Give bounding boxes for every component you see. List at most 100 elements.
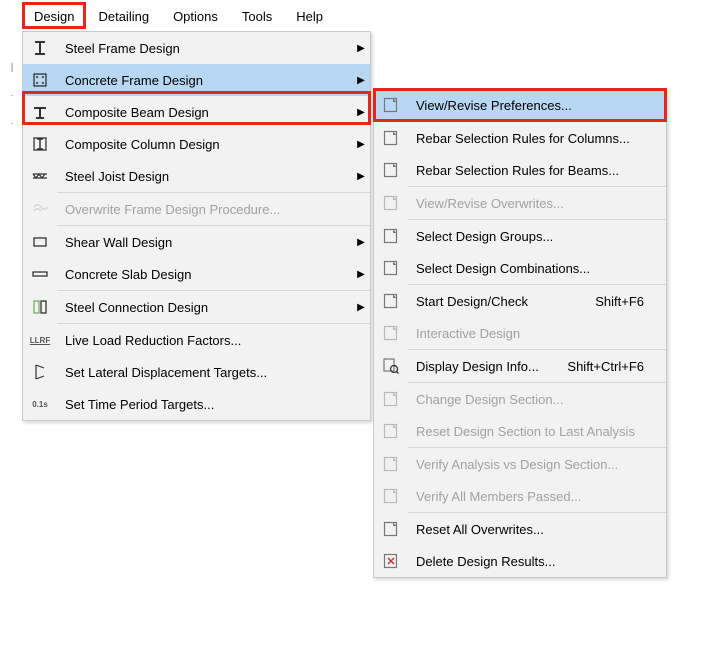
menu-item-label: Steel Joist Design: [57, 169, 352, 184]
menu2-item-start-design-check[interactable]: Start Design/CheckShift+F6: [374, 285, 666, 317]
verify-ad-icon: [374, 448, 408, 480]
interactive-icon: [374, 317, 408, 349]
menu2-item-view-revise-overwrites: View/Revise Overwrites...: [374, 187, 666, 219]
menu1-item-live-load-reduction-factors[interactable]: LLRFLive Load Reduction Factors...: [23, 324, 370, 356]
menu2-item-change-design-section: Change Design Section...: [374, 383, 666, 415]
concrete-frame-icon: [23, 64, 57, 96]
composite-beam-icon: [23, 96, 57, 128]
menu-help[interactable]: Help: [284, 5, 335, 28]
menu1-item-steel-joist-design[interactable]: Steel Joist Design▶: [23, 160, 370, 192]
menu-item-label: Verify Analysis vs Design Section...: [408, 457, 652, 472]
delete-res-icon: [374, 545, 408, 577]
prefs-icon: [374, 89, 408, 121]
menu-item-label: Interactive Design: [408, 326, 652, 341]
menu2-item-verify-all-members-passed: Verify All Members Passed...: [374, 480, 666, 512]
menu-item-label: Select Design Groups...: [408, 229, 652, 244]
composite-col-icon: [23, 128, 57, 160]
concrete-frame-submenu: View/Revise Preferences... Rebar Selectio…: [373, 88, 667, 578]
menu-item-label: Composite Column Design: [57, 137, 352, 152]
menu-item-label: Set Lateral Displacement Targets...: [57, 365, 356, 380]
design-dropdown: Steel Frame Design▶Concrete Frame Design…: [22, 31, 371, 421]
menu1-item-concrete-frame-design[interactable]: Concrete Frame Design▶: [23, 64, 370, 96]
menu2-item-delete-design-results[interactable]: Delete Design Results...: [374, 545, 666, 577]
rebar-col-icon: [374, 122, 408, 154]
verify-pass-icon: [374, 480, 408, 512]
shear-wall-icon: [23, 226, 57, 258]
menu-item-label: Change Design Section...: [408, 392, 652, 407]
menu-item-label: Live Load Reduction Factors...: [57, 333, 356, 348]
lateral-icon: [23, 356, 57, 388]
submenu-arrow-icon: ▶: [352, 302, 370, 313]
menu2-item-reset-all-overwrites[interactable]: Reset All Overwrites...: [374, 513, 666, 545]
period-icon: 0.1s: [23, 388, 57, 420]
menu-item-label: View/Revise Preferences...: [408, 98, 652, 113]
menu-detailing[interactable]: Detailing: [86, 5, 161, 28]
menu-item-shortcut: Shift+Ctrl+F6: [567, 359, 652, 374]
menu1-item-composite-column-design[interactable]: Composite Column Design▶: [23, 128, 370, 160]
menu-item-label: Steel Connection Design: [57, 300, 352, 315]
connection-icon: [23, 291, 57, 323]
submenu-arrow-icon: ▶: [352, 269, 370, 280]
overwrite-icon: [23, 193, 57, 225]
submenu-arrow-icon: ▶: [352, 107, 370, 118]
menu2-item-view-revise-preferences[interactable]: View/Revise Preferences...: [374, 89, 666, 121]
menu-item-label: Steel Frame Design: [57, 41, 352, 56]
menu1-item-steel-connection-design[interactable]: Steel Connection Design▶: [23, 291, 370, 323]
menu2-item-rebar-selection-rules-for-columns[interactable]: Rebar Selection Rules for Columns...: [374, 122, 666, 154]
menu-design[interactable]: Design: [22, 5, 86, 28]
reset-sec-icon: [374, 415, 408, 447]
menu-item-label: Display Design Info...: [408, 359, 567, 374]
menu-item-label: Concrete Frame Design: [57, 73, 352, 88]
menu-item-label: View/Revise Overwrites...: [408, 196, 652, 211]
menu-item-label: Composite Beam Design: [57, 105, 352, 120]
menu2-item-select-design-combinations[interactable]: Select Design Combinations...: [374, 252, 666, 284]
combos-icon: [374, 252, 408, 284]
menu-item-label: Shear Wall Design: [57, 235, 352, 250]
menu-item-label: Rebar Selection Rules for Columns...: [408, 131, 652, 146]
menu-item-label: Reset All Overwrites...: [408, 522, 652, 537]
menu-tools[interactable]: Tools: [230, 5, 284, 28]
menu1-item-shear-wall-design[interactable]: Shear Wall Design▶: [23, 226, 370, 258]
menu2-item-verify-analysis-vs-design-section: Verify Analysis vs Design Section...: [374, 448, 666, 480]
menu-item-label: Concrete Slab Design: [57, 267, 352, 282]
i-frame-icon: [23, 32, 57, 64]
menu-item-label: Set Time Period Targets...: [57, 397, 356, 412]
menu-item-label: Select Design Combinations...: [408, 261, 652, 276]
menu-item-label: Reset Design Section to Last Analysis: [408, 424, 652, 439]
menu1-item-overwrite-frame-design-procedure: Overwrite Frame Design Procedure...: [23, 193, 370, 225]
menu-item-label: Start Design/Check: [408, 294, 595, 309]
menu2-item-select-design-groups[interactable]: Select Design Groups...: [374, 220, 666, 252]
submenu-arrow-icon: ▶: [352, 171, 370, 182]
change-sec-icon: [374, 383, 408, 415]
menu2-item-interactive-design: Interactive Design: [374, 317, 666, 349]
menu-item-shortcut: Shift+F6: [595, 294, 652, 309]
menu-item-label: Rebar Selection Rules for Beams...: [408, 163, 652, 178]
menu1-item-steel-frame-design[interactable]: Steel Frame Design▶: [23, 32, 370, 64]
menu1-item-set-lateral-displacement-targets[interactable]: Set Lateral Displacement Targets...: [23, 356, 370, 388]
submenu-arrow-icon: ▶: [352, 139, 370, 150]
menu2-item-rebar-selection-rules-for-beams[interactable]: Rebar Selection Rules for Beams...: [374, 154, 666, 186]
groups-icon: [374, 220, 408, 252]
submenu-arrow-icon: ▶: [352, 75, 370, 86]
submenu-arrow-icon: ▶: [352, 237, 370, 248]
menu1-item-concrete-slab-design[interactable]: Concrete Slab Design▶: [23, 258, 370, 290]
start-icon: [374, 285, 408, 317]
left-toolbar-strip: |··: [3, 58, 21, 132]
slab-icon: [23, 258, 57, 290]
menu1-item-composite-beam-design[interactable]: Composite Beam Design▶: [23, 96, 370, 128]
joist-icon: [23, 160, 57, 192]
menu1-item-set-time-period-targets[interactable]: 0.1sSet Time Period Targets...: [23, 388, 370, 420]
menubar: Design Detailing Options Tools Help: [22, 5, 335, 28]
reset-over-icon: [374, 513, 408, 545]
overwrites-icon: [374, 187, 408, 219]
menu-item-label: Delete Design Results...: [408, 554, 652, 569]
menu2-item-display-design-info[interactable]: Display Design Info...Shift+Ctrl+F6: [374, 350, 666, 382]
menu-item-label: Overwrite Frame Design Procedure...: [57, 202, 356, 217]
llrf-icon: LLRF: [23, 324, 57, 356]
menu-item-label: Verify All Members Passed...: [408, 489, 652, 504]
menu2-item-reset-design-section-to-last-analysis: Reset Design Section to Last Analysis: [374, 415, 666, 447]
rebar-beam-icon: [374, 154, 408, 186]
submenu-arrow-icon: ▶: [352, 43, 370, 54]
menu-options[interactable]: Options: [161, 5, 230, 28]
display-icon: [374, 350, 408, 382]
